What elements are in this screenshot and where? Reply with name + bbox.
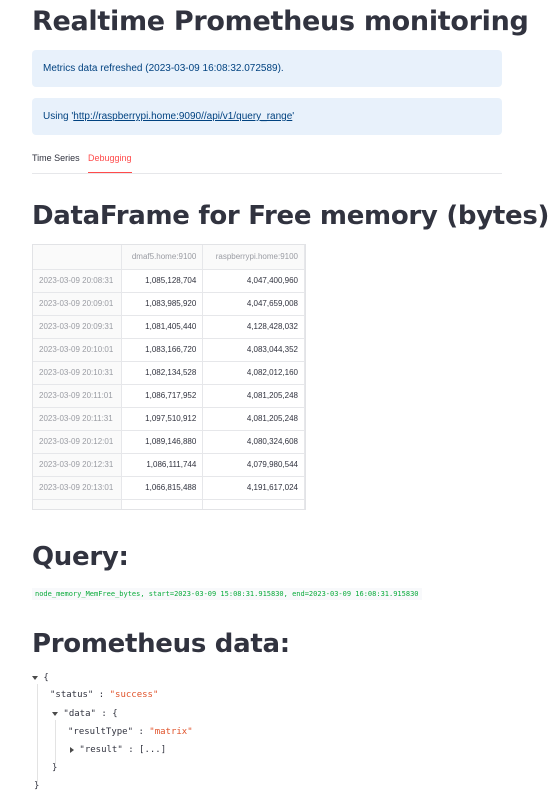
json-root-line[interactable]: {	[32, 672, 49, 684]
row-index-cell[interactable]: 2023-03-09 20:10:31	[33, 361, 123, 385]
value-cell[interactable]: 4,080,324,608	[202, 430, 305, 454]
json-colon: :	[98, 690, 105, 700]
row-index-cell[interactable]: 2023-03-09 20:08:31	[33, 269, 123, 293]
table-row[interactable]: 2023-03-09 20:10:01 1,083,166,720 4,083,04…	[33, 338, 305, 362]
table-row[interactable]: 2023-03-09 20:09:01 1,083,985,920 4,047,65…	[33, 292, 305, 316]
collapse-arrow-icon[interactable]	[52, 711, 58, 716]
dataframe-table[interactable]: dmaf5.home:9100 raspberrypi.home:9100 20…	[32, 244, 306, 510]
json-open-brace: {	[43, 673, 49, 683]
json-value-status: "success"	[109, 690, 159, 700]
json-root-close: }	[34, 781, 40, 791]
row-index-cell[interactable]: 2023-03-09 20:11:01	[33, 384, 123, 408]
value-cell[interactable]: 1,082,134,528	[121, 361, 204, 385]
value-cell[interactable]: 1,086,717,952	[121, 384, 204, 408]
json-colon: :	[128, 745, 134, 755]
row-index-cell[interactable]: 2023-03-09 20:10:01	[33, 338, 123, 362]
json-value-resulttype: "matrix"	[149, 727, 193, 737]
value-cell[interactable]: 1,097,510,912	[121, 407, 204, 431]
value-cell[interactable]: 4,047,400,960	[202, 269, 305, 293]
json-colon: :	[101, 709, 107, 719]
value-cell[interactable]: 4,081,205,248	[202, 407, 305, 431]
table-row[interactable]: 2023-03-09 20:11:01 1,086,717,952 4,081,20…	[33, 384, 305, 408]
prometheus-heading: Prometheus data:	[32, 629, 290, 659]
tab-bar: Time Series Debugging	[32, 150, 502, 174]
expand-arrow-icon[interactable]	[70, 746, 74, 753]
table-row[interactable]: 2023-03-09 20:11:31 1,097,510,912 4,081,20…	[33, 407, 305, 431]
json-status-line: "status" : "success"	[50, 689, 158, 701]
column-header-raspberrypi[interactable]: raspberrypi.home:9100	[202, 245, 305, 270]
table-row[interactable]: 2023-03-09 20:13:01 1,066,815,488 4,191,61…	[33, 476, 305, 500]
value-cell[interactable]: 4,128,428,032	[202, 315, 305, 339]
empty-cell	[121, 499, 204, 509]
column-header-dmaf5[interactable]: dmaf5.home:9100	[121, 245, 204, 270]
json-resulttype-line: "resultType" : "matrix"	[68, 726, 193, 738]
json-result-collapsed[interactable]: [...]	[139, 745, 166, 755]
endpoint-prefix: Using '	[43, 111, 74, 122]
row-index-cell[interactable]: 2023-03-09 20:13:01	[33, 476, 123, 500]
index-header	[33, 245, 123, 270]
value-cell[interactable]: 1,085,128,704	[121, 269, 204, 293]
json-key-resulttype: "resultType"	[68, 727, 134, 737]
query-code: node_memory_MemFree_bytes, start=2023-03…	[32, 588, 422, 600]
value-cell[interactable]: 1,089,146,880	[121, 430, 204, 454]
endpoint-info-alert: Using 'http://raspberrypi.home:9090//api…	[32, 98, 502, 135]
json-data-line[interactable]: "data" : {	[52, 708, 118, 720]
table-row[interactable]: 2023-03-09 20:12:31 1,086,111,744 4,079,98…	[33, 453, 305, 477]
empty-cell	[33, 499, 123, 509]
table-row[interactable]: 2023-03-09 20:09:31 1,081,405,440 4,128,42…	[33, 315, 305, 339]
row-index-cell[interactable]: 2023-03-09 20:09:31	[33, 315, 123, 339]
row-index-cell[interactable]: 2023-03-09 20:09:01	[33, 292, 123, 316]
table-row[interactable]: 2023-03-09 20:12:01 1,089,146,880 4,080,32…	[33, 430, 305, 454]
collapse-arrow-icon[interactable]	[32, 675, 38, 680]
tab-debugging[interactable]: Debugging	[88, 153, 132, 173]
json-key-status: "status"	[50, 690, 94, 700]
query-heading: Query:	[32, 542, 129, 572]
value-cell[interactable]: 4,083,044,352	[202, 338, 305, 362]
json-data-close: }	[52, 763, 58, 773]
row-index-cell[interactable]: 2023-03-09 20:11:31	[33, 407, 123, 431]
value-cell[interactable]: 4,082,012,160	[202, 361, 305, 385]
endpoint-link[interactable]: http://raspberrypi.home:9090//api/v1/que…	[73, 111, 292, 122]
json-key-data: "data"	[63, 709, 96, 719]
table-row-partial	[33, 499, 305, 509]
tab-time-series[interactable]: Time Series	[32, 153, 80, 172]
value-cell[interactable]: 1,066,815,488	[121, 476, 204, 500]
dataframe-heading: DataFrame for Free memory (bytes)	[32, 201, 550, 231]
json-indent-guide	[37, 684, 38, 782]
json-colon: :	[138, 727, 144, 737]
table-row[interactable]: 2023-03-09 20:10:31 1,082,134,528 4,082,01…	[33, 361, 305, 385]
json-indent-guide-data	[55, 720, 56, 764]
value-cell[interactable]: 1,086,111,744	[121, 453, 204, 477]
value-cell[interactable]: 4,081,205,248	[202, 384, 305, 408]
json-key-result: "result"	[79, 745, 123, 755]
value-cell[interactable]: 1,083,985,920	[121, 292, 204, 316]
value-cell[interactable]: 4,047,659,008	[202, 292, 305, 316]
value-cell[interactable]: 1,083,166,720	[121, 338, 204, 362]
refresh-info-text: Metrics data refreshed (2023-03-09 16:08…	[43, 63, 284, 74]
value-cell[interactable]: 4,079,980,544	[202, 453, 305, 477]
row-index-cell[interactable]: 2023-03-09 20:12:01	[33, 430, 123, 454]
refresh-info-alert: Metrics data refreshed (2023-03-09 16:08…	[32, 50, 502, 87]
empty-cell	[202, 499, 305, 509]
table-header-row: dmaf5.home:9100 raspberrypi.home:9100	[33, 245, 305, 270]
endpoint-suffix: '	[292, 111, 295, 122]
value-cell[interactable]: 1,081,405,440	[121, 315, 204, 339]
json-result-line[interactable]: "result" : [...]	[70, 744, 166, 756]
page-title: Realtime Prometheus monitoring	[32, 6, 529, 37]
table-row[interactable]: 2023-03-09 20:08:31 1,085,128,704 4,047,40…	[33, 269, 305, 293]
json-data-open-brace: {	[112, 709, 118, 719]
value-cell[interactable]: 4,191,617,024	[202, 476, 305, 500]
row-index-cell[interactable]: 2023-03-09 20:12:31	[33, 453, 123, 477]
